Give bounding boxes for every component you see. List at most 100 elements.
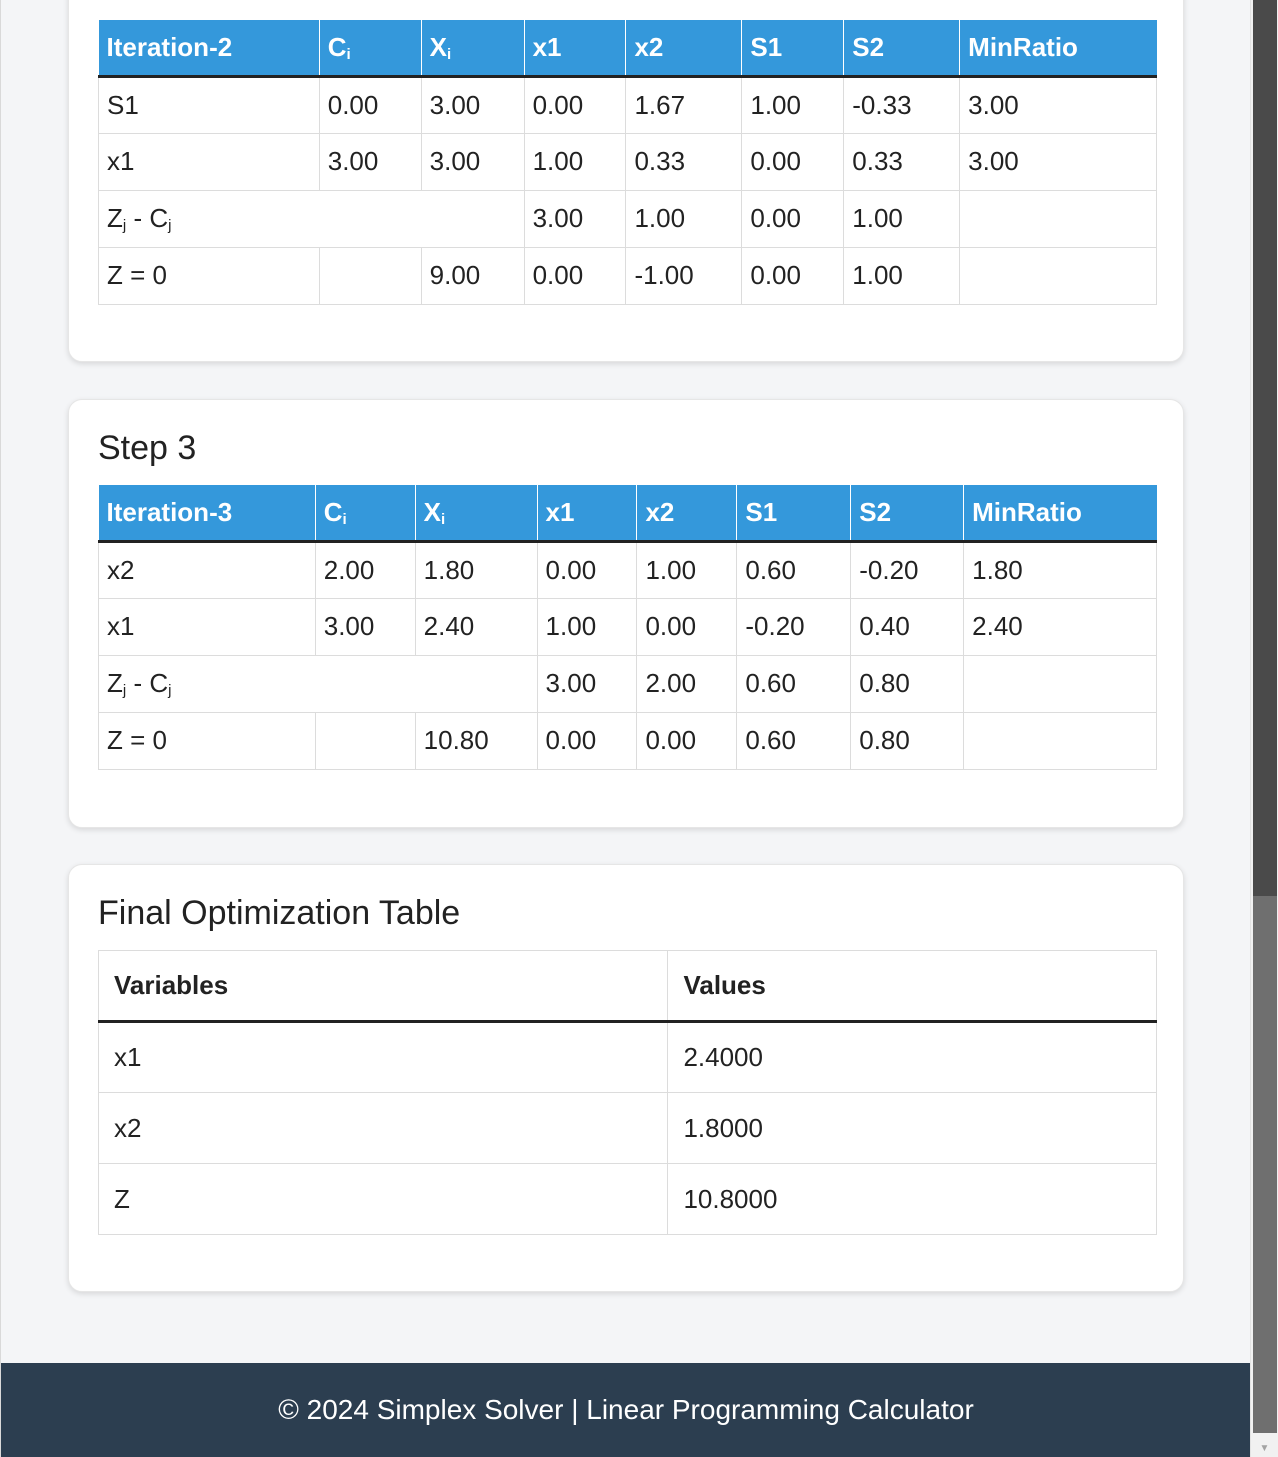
xi-cell: 3.00 — [420, 75, 525, 134]
xi-header: Xi — [421, 20, 525, 78]
variable-cell: Z — [97, 1163, 669, 1235]
basis-cell: x1 — [98, 132, 320, 191]
s1-cell: -0.20 — [736, 597, 852, 656]
scrollbar-track[interactable] — [1253, 0, 1277, 896]
s2-cell: 0.80 — [850, 711, 965, 770]
variable-cell: x2 — [97, 1092, 669, 1164]
footer-text: © 2024 Simplex Solver | Linear Programmi… — [278, 1394, 974, 1425]
xi-cell: 1.80 — [414, 540, 538, 599]
scroll-down-arrow-icon[interactable]: ▼ — [1251, 1440, 1278, 1457]
s1-cell: 0.60 — [736, 654, 852, 713]
table-header-row: Iteration-2 Ci Xi x1 x2 S1 S2 MinRatio — [98, 20, 1157, 78]
s2-cell: 0.80 — [850, 654, 965, 713]
x2-cell: 1.67 — [625, 75, 743, 134]
variables-header: Variables — [97, 950, 669, 1023]
minratio-cell — [963, 654, 1157, 713]
x2-cell: 2.00 — [636, 654, 738, 713]
minratio-cell: 2.40 — [963, 597, 1157, 656]
values-header: Values — [667, 950, 1157, 1023]
x2-cell: 0.33 — [625, 132, 743, 191]
zj-cj-row: Zj - Cj 3.00 1.00 0.00 1.00 — [98, 189, 1157, 248]
x1-cell: 3.00 — [523, 189, 627, 248]
xi-cell: 2.40 — [414, 597, 538, 656]
s1-cell: 1.00 — [741, 75, 845, 134]
s2-cell: 1.00 — [843, 189, 961, 248]
s1-cell: 0.60 — [736, 711, 852, 770]
minratio-cell — [959, 189, 1157, 248]
x1-cell: 0.00 — [536, 711, 638, 770]
basis-cell: S1 — [98, 75, 320, 134]
iteration-3-table: Iteration-3 Ci Xi x1 x2 S1 S2 MinRatio x… — [98, 485, 1157, 770]
table-row: x1 3.00 2.40 1.00 0.00 -0.20 0.40 2.40 — [98, 597, 1157, 656]
step-2-card: Iteration-2 Ci Xi x1 x2 S1 S2 MinRatio S… — [68, 0, 1184, 362]
minratio-cell: 3.00 — [959, 75, 1157, 134]
s2-cell: 1.00 — [843, 246, 961, 305]
s2-cell: -0.33 — [843, 75, 961, 134]
x1-header: x1 — [537, 485, 638, 543]
minratio-cell — [959, 246, 1157, 305]
s2-header: S2 — [843, 20, 961, 78]
final-table-title: Final Optimization Table — [98, 894, 461, 932]
x2-cell: 0.00 — [636, 597, 738, 656]
s1-cell: 0.00 — [741, 132, 845, 191]
x1-cell: 1.00 — [536, 597, 638, 656]
x2-cell: 1.00 — [625, 189, 743, 248]
zj-cj-label: Zj - Cj — [98, 654, 538, 713]
x2-header: x2 — [636, 485, 738, 543]
xi-cell: 3.00 — [420, 132, 525, 191]
z-row: Z = 0 10.80 0.00 0.00 0.60 0.80 — [98, 711, 1157, 770]
iteration-header: Iteration-3 — [98, 485, 316, 543]
value-cell: 1.8000 — [667, 1092, 1157, 1164]
value-cell: 2.4000 — [667, 1021, 1157, 1093]
minratio-header: MinRatio — [963, 485, 1157, 543]
xi-cell: 9.00 — [420, 246, 525, 305]
ci-cell — [314, 711, 416, 770]
ci-cell — [318, 246, 422, 305]
s2-cell: 0.33 — [843, 132, 961, 191]
ci-cell: 0.00 — [318, 75, 422, 134]
scrollbar-thumb[interactable] — [1253, 896, 1277, 1433]
xi-cell: 10.80 — [414, 711, 538, 770]
s1-header: S1 — [736, 485, 852, 543]
minratio-header: MinRatio — [959, 20, 1157, 78]
variable-cell: x1 — [97, 1021, 669, 1093]
s1-cell: 0.00 — [741, 246, 845, 305]
x1-cell: 1.00 — [523, 132, 627, 191]
table-row: x2 1.8000 — [97, 1092, 1157, 1164]
final-optimization-card: Final Optimization Table Variables Value… — [68, 864, 1184, 1292]
s2-cell: 0.40 — [850, 597, 965, 656]
x2-header: x2 — [625, 20, 743, 78]
vertical-scrollbar[interactable]: ▲ ▼ — [1250, 0, 1278, 1457]
page-viewport: Iteration-2 Ci Xi x1 x2 S1 S2 MinRatio S… — [0, 0, 1250, 1457]
ci-cell: 3.00 — [314, 597, 416, 656]
table-header-row: Variables Values — [97, 950, 1157, 1023]
s1-header: S1 — [741, 20, 845, 78]
x1-cell: 0.00 — [523, 246, 627, 305]
x2-cell: 1.00 — [636, 540, 738, 599]
table-row: Z 10.8000 — [97, 1163, 1157, 1235]
x2-cell: 0.00 — [636, 711, 738, 770]
s2-cell: -0.20 — [850, 540, 965, 599]
s2-header: S2 — [850, 485, 965, 543]
s1-cell: 0.60 — [736, 540, 852, 599]
z-label: Z = 0 — [98, 711, 316, 770]
table-row: S1 0.00 3.00 0.00 1.67 1.00 -0.33 3.00 — [98, 75, 1157, 134]
x1-cell: 3.00 — [536, 654, 638, 713]
final-optimization-table: Variables Values x1 2.4000 x2 1.8000 Z 1… — [97, 950, 1157, 1235]
iteration-2-table: Iteration-2 Ci Xi x1 x2 S1 S2 MinRatio S… — [98, 20, 1157, 305]
ci-header: Ci — [319, 20, 422, 78]
ci-header: Ci — [315, 485, 416, 543]
page-footer: © 2024 Simplex Solver | Linear Programmi… — [1, 1363, 1250, 1457]
zj-cj-row: Zj - Cj 3.00 2.00 0.60 0.80 — [98, 654, 1157, 713]
xi-header: Xi — [415, 485, 538, 543]
x1-cell: 0.00 — [523, 75, 627, 134]
table-row: x1 3.00 3.00 1.00 0.33 0.00 0.33 3.00 — [98, 132, 1157, 191]
basis-cell: x1 — [98, 597, 316, 656]
s1-cell: 0.00 — [741, 189, 845, 248]
z-row: Z = 0 9.00 0.00 -1.00 0.00 1.00 — [98, 246, 1157, 305]
table-header-row: Iteration-3 Ci Xi x1 x2 S1 S2 MinRatio — [98, 485, 1157, 543]
x1-header: x1 — [524, 20, 627, 78]
table-row: x1 2.4000 — [97, 1021, 1157, 1093]
minratio-cell: 3.00 — [959, 132, 1157, 191]
zj-cj-label: Zj - Cj — [98, 189, 525, 248]
